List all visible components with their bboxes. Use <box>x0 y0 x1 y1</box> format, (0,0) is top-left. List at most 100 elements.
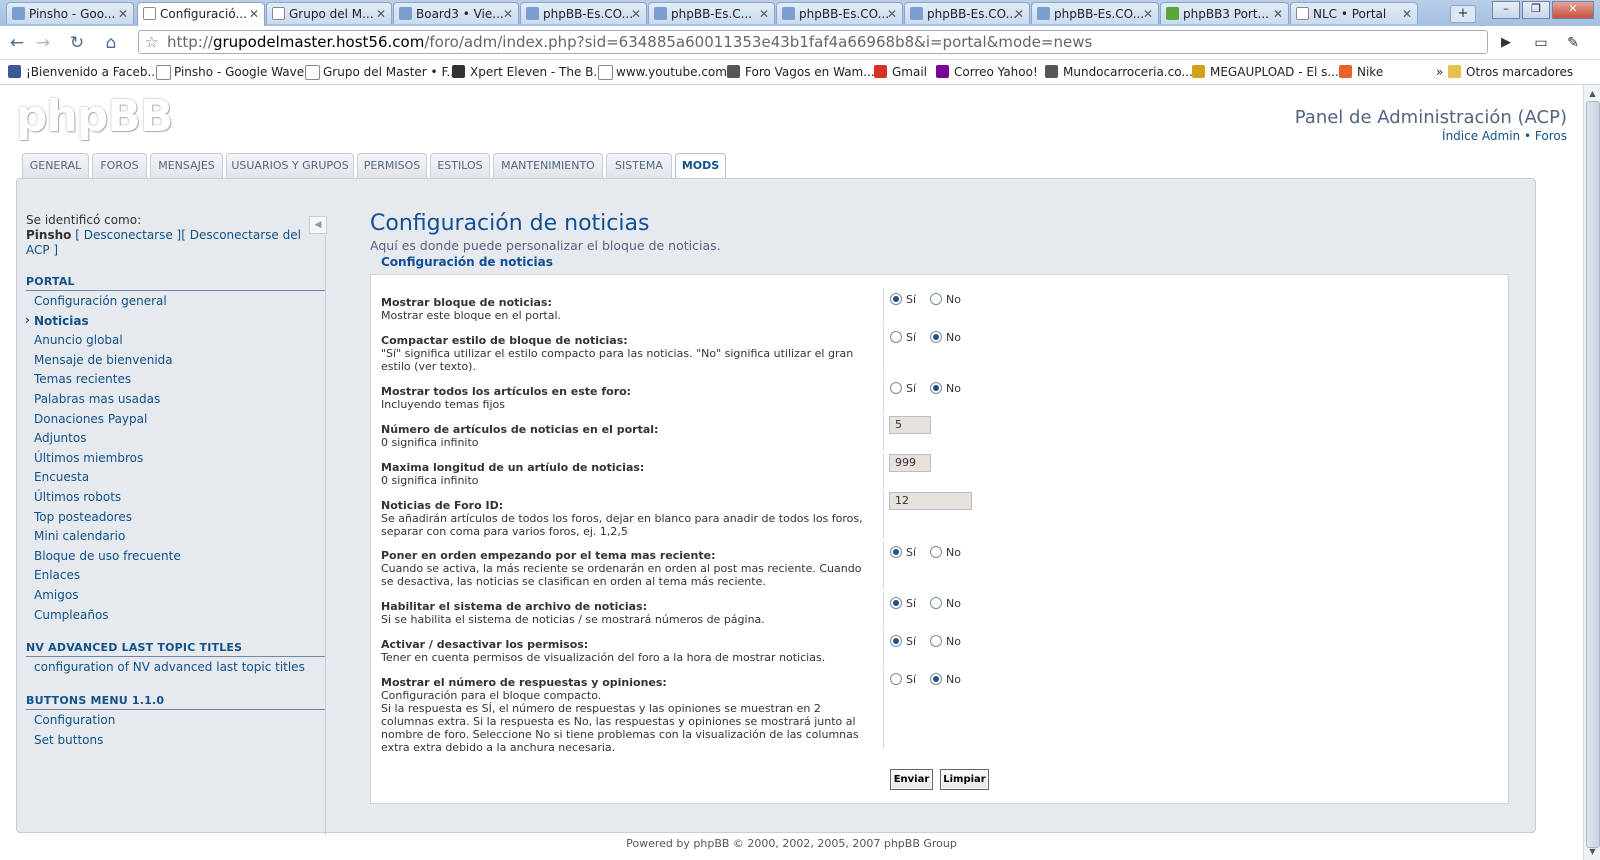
bookmark-star-icon[interactable]: ☆ <box>145 31 158 53</box>
radio-yes-icon[interactable] <box>890 546 902 558</box>
browser-tab[interactable]: phpBB-Es.C... ✕ <box>648 2 775 24</box>
tab-permisos[interactable]: PERMISOS <box>357 153 427 178</box>
radio-yes-icon[interactable] <box>890 673 902 685</box>
radio-no-icon[interactable] <box>930 293 943 305</box>
browser-tab[interactable]: Configuració... ✕ <box>137 2 265 26</box>
sidebar-item[interactable]: Adjuntos <box>34 431 86 445</box>
sidebar-item[interactable]: Noticias <box>25 313 89 328</box>
radio-option-yes[interactable]: Sí <box>890 673 916 686</box>
address-bar[interactable]: ☆ http://grupodelmaster.host56.com/foro/… <box>138 30 1488 54</box>
back-icon[interactable]: ← <box>6 32 28 54</box>
close-tab-icon[interactable]: ✕ <box>376 3 386 24</box>
bookmark-item[interactable]: ¡Bienvenido a Faceb... <box>8 60 159 84</box>
browser-tab[interactable]: NLC • Portal ✕ <box>1290 2 1418 24</box>
sidebar-item[interactable]: Configuration <box>34 713 115 727</box>
logout-link[interactable]: [ Desconectarse ] <box>75 228 181 242</box>
radio-yes-icon[interactable] <box>890 293 902 305</box>
radio-option-yes[interactable]: Sí <box>890 293 916 306</box>
scroll-down-icon[interactable]: ▼ <box>1586 845 1599 858</box>
reload-icon[interactable]: ↻ <box>66 32 88 54</box>
tab-general[interactable]: GENERAL <box>22 153 89 178</box>
radio-option-yes[interactable]: Sí <box>890 597 916 610</box>
bookmark-item[interactable]: Correo Yahoo! <box>936 60 1038 84</box>
close-tab-icon[interactable]: ✕ <box>759 3 769 24</box>
bookmark-item[interactable]: Xpert Eleven - The B... <box>452 60 605 84</box>
browser-tab[interactable]: Board3 • Vie... ✕ <box>393 2 519 24</box>
page-menu-icon[interactable]: ▭ <box>1530 32 1552 54</box>
tab-mods[interactable]: MODS <box>675 153 726 179</box>
sidebar-item[interactable]: Mini calendario <box>34 529 125 543</box>
scroll-thumb[interactable] <box>1586 101 1600 848</box>
wrench-icon[interactable]: ✎ <box>1562 32 1584 54</box>
radio-option-no[interactable]: No <box>930 635 961 648</box>
radio-no-icon[interactable] <box>930 546 943 558</box>
radio-yes-icon[interactable] <box>890 382 902 394</box>
close-tab-icon[interactable]: ✕ <box>631 3 641 24</box>
browser-tab[interactable]: phpBB-Es.CO... ✕ <box>1031 2 1159 24</box>
sidebar-item[interactable]: Donaciones Paypal <box>34 412 147 426</box>
bookmark-item[interactable]: Gmail <box>874 60 927 84</box>
browser-tab[interactable]: phpBB-Es.CO... ✕ <box>520 2 647 24</box>
radio-option-no[interactable]: No <box>930 673 961 686</box>
bookmark-item[interactable]: Nike <box>1339 60 1383 84</box>
maximize-button[interactable]: ❐ <box>1522 1 1550 19</box>
bookmark-item[interactable]: Grupo del Master • F... <box>305 60 458 84</box>
radio-yes-icon[interactable] <box>890 331 902 343</box>
radio-no-icon[interactable] <box>930 597 943 609</box>
sidebar-item[interactable]: Últimos robots <box>34 490 121 504</box>
radio-no-icon[interactable] <box>930 382 943 394</box>
sidebar-item[interactable]: Set buttons <box>34 733 103 747</box>
bookmark-item[interactable]: Pinsho - Google Wave <box>156 60 304 84</box>
new-tab-button[interactable]: + <box>1450 5 1476 23</box>
sidebar-item[interactable]: Cumpleaños <box>34 608 109 622</box>
radio-option-no[interactable]: No <box>930 382 961 395</box>
setting-text-input[interactable]: 5 <box>889 416 931 434</box>
tab-foros[interactable]: FOROS <box>92 153 147 178</box>
close-tab-icon[interactable]: ✕ <box>1402 3 1412 24</box>
tab-estilos[interactable]: ESTILOS <box>430 153 490 178</box>
home-icon[interactable]: ⌂ <box>100 32 122 54</box>
sidebar-item[interactable]: Temas recientes <box>34 372 131 386</box>
reset-button[interactable]: Limpiar <box>940 769 989 790</box>
radio-option-no[interactable]: No <box>930 331 961 344</box>
close-tab-icon[interactable]: ✕ <box>1143 3 1153 24</box>
sidebar-item[interactable]: Configuración general <box>34 294 167 308</box>
close-tab-icon[interactable]: ✕ <box>1014 3 1024 24</box>
bookmarks-overflow-icon[interactable]: » <box>1418 60 1443 84</box>
radio-option-yes[interactable]: Sí <box>890 382 916 395</box>
bookmark-item[interactable]: Mundocarroceria.co... <box>1045 60 1193 84</box>
close-window-button[interactable]: ✕ <box>1552 1 1594 19</box>
radio-yes-icon[interactable] <box>890 635 902 647</box>
sidebar-item[interactable]: Encuesta <box>34 470 89 484</box>
bookmark-item[interactable]: MEGAUPLOAD - El s... <box>1192 60 1339 84</box>
browser-tab[interactable]: Pinsho - Goo... ✕ <box>6 2 134 24</box>
browser-tab[interactable]: phpBB-Es.CO... ✕ <box>776 2 903 24</box>
tab-sistema[interactable]: SISTEMA <box>606 153 672 178</box>
radio-no-icon[interactable] <box>930 673 943 685</box>
radio-option-yes[interactable]: Sí <box>890 635 916 648</box>
forward-icon[interactable]: → <box>32 32 54 54</box>
sidebar-item[interactable]: Mensaje de bienvenida <box>34 353 173 367</box>
go-icon[interactable]: ▶ <box>1495 32 1517 54</box>
sidebar-item[interactable]: Top posteadores <box>34 510 132 524</box>
tab-mantenimiento[interactable]: MANTENIMIENTO <box>493 153 603 178</box>
close-tab-icon[interactable]: ✕ <box>887 3 897 24</box>
browser-tab[interactable]: phpBB-Es.CO... ✕ <box>904 2 1030 24</box>
radio-option-no[interactable]: No <box>930 293 961 306</box>
scroll-up-icon[interactable]: ▲ <box>1586 87 1599 100</box>
radio-yes-icon[interactable] <box>890 597 902 609</box>
close-tab-icon[interactable]: ✕ <box>503 3 513 24</box>
sidebar-item[interactable]: Bloque de uso frecuente <box>34 549 181 563</box>
tab-usuarios-y-grupos[interactable]: USUARIOS Y GRUPOS <box>226 153 354 178</box>
radio-option-no[interactable]: No <box>930 546 961 559</box>
setting-text-input[interactable]: 999 <box>889 454 931 472</box>
admin-index-link[interactable]: Índice Admin <box>1442 129 1520 143</box>
radio-no-icon[interactable] <box>930 635 943 647</box>
forums-link[interactable]: Foros <box>1535 129 1567 143</box>
radio-option-yes[interactable]: Sí <box>890 331 916 344</box>
sidebar-item[interactable]: Amigos <box>34 588 78 602</box>
close-tab-icon[interactable]: ✕ <box>118 3 128 24</box>
bookmark-item[interactable]: Foro Vagos en Wam... <box>727 60 875 84</box>
sidebar-item[interactable]: Últimos miembros <box>34 451 143 465</box>
sidebar-item[interactable]: Palabras mas usadas <box>34 392 160 406</box>
